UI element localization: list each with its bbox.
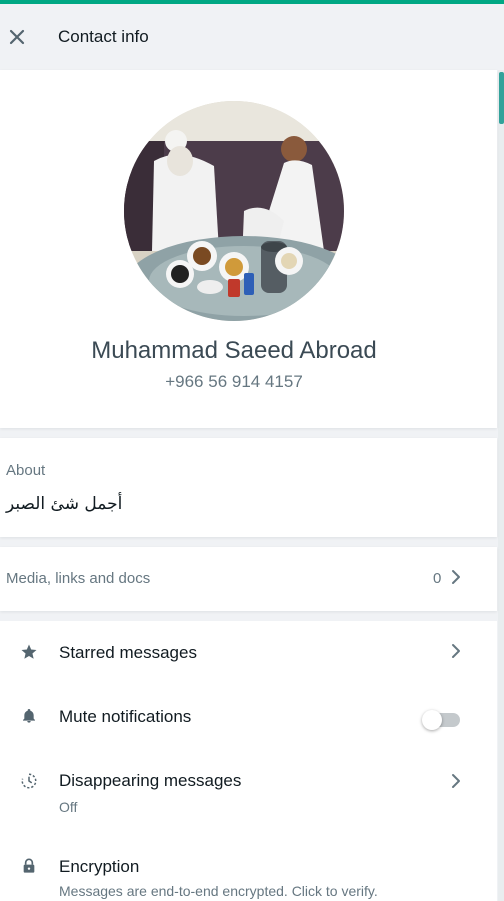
header-title: Contact info <box>58 27 149 46</box>
close-button[interactable] <box>2 22 32 52</box>
scrollbar-track[interactable] <box>498 70 504 901</box>
contact-name: Muhammad Saeed Abroad <box>91 337 377 364</box>
encryption-description: Messages are end-to-end encrypted. Click… <box>59 883 378 899</box>
mute-notifications-toggle[interactable] <box>422 710 460 730</box>
mute-notifications-label: Mute notifications <box>59 707 192 726</box>
contact-info-header: Contact info <box>0 4 504 70</box>
disappearing-messages-status: Off <box>59 799 78 815</box>
toggle-knob <box>422 710 442 730</box>
media-count: 0 <box>433 570 442 587</box>
avatar[interactable] <box>124 101 344 321</box>
disappearing-timer-icon <box>19 771 39 791</box>
chevron-right-icon <box>452 644 460 658</box>
chevron-right-icon <box>452 774 460 788</box>
about-text: أجمل شئ الصبر <box>6 494 123 514</box>
encryption-row[interactable]: Encryption Messages are end-to-end encry… <box>0 839 497 901</box>
bell-icon <box>19 706 39 726</box>
media-links-docs-row[interactable]: Media, links and docs 0 <box>0 547 497 611</box>
about-section: About أجمل شئ الصبر <box>0 438 497 537</box>
media-label: Media, links and docs <box>6 570 151 587</box>
disappearing-messages-label: Disappearing messages <box>59 771 242 790</box>
avatar-photo <box>124 101 344 321</box>
star-icon <box>19 642 39 662</box>
contact-phone: +966 56 914 4157 <box>165 372 303 391</box>
profile-section: Muhammad Saeed Abroad +966 56 914 4157 <box>0 70 497 428</box>
scrollbar-thumb[interactable] <box>499 72 504 124</box>
disappearing-messages-row[interactable]: Disappearing messages Off <box>0 749 497 839</box>
starred-messages-label: Starred messages <box>59 643 197 662</box>
about-label: About <box>6 462 46 479</box>
close-icon <box>9 29 25 45</box>
encryption-label: Encryption <box>59 857 140 876</box>
chevron-right-icon <box>452 570 460 584</box>
options-section: Starred messages Mute notifications Disa… <box>0 621 497 901</box>
lock-icon <box>19 856 39 876</box>
starred-messages-row[interactable]: Starred messages <box>0 621 497 685</box>
